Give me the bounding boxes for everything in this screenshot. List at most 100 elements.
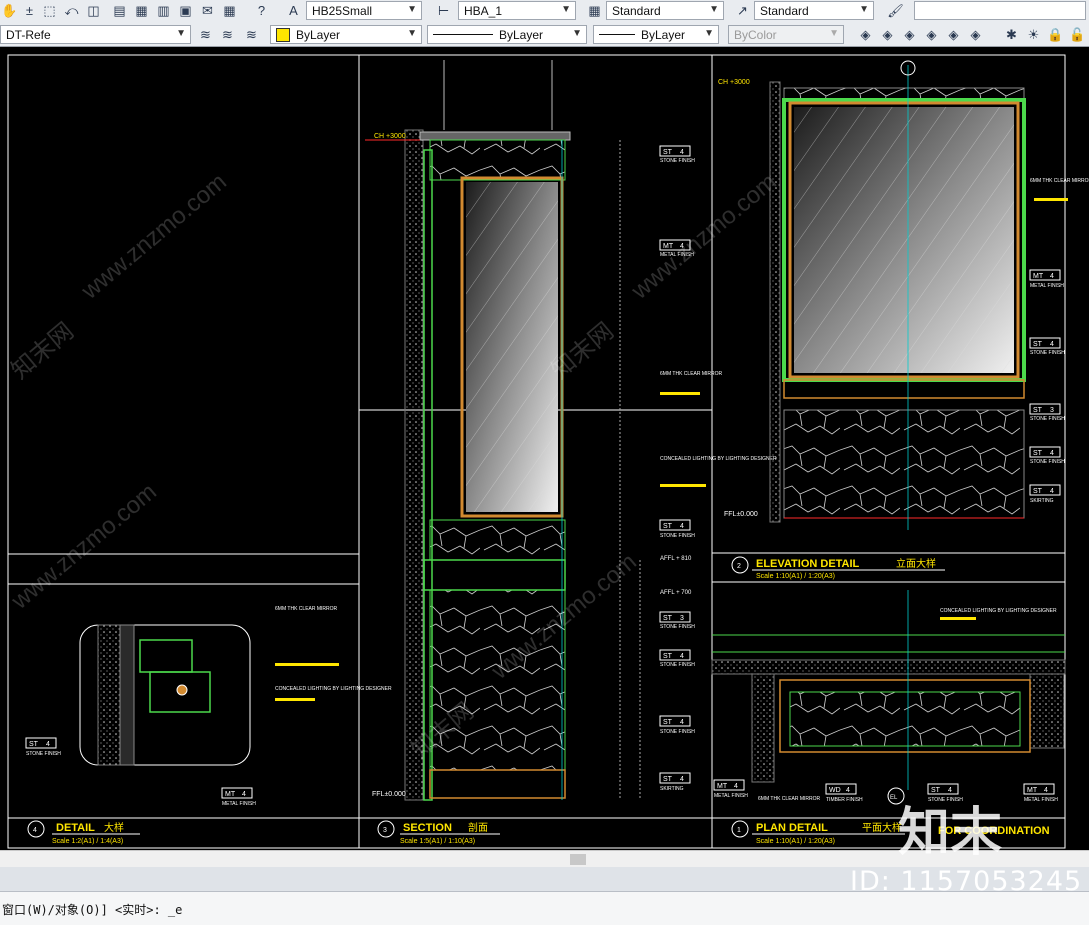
callout-number: 4 — [1050, 273, 1054, 280]
chevron-down-icon: ▼ — [709, 4, 719, 15]
layer-tool-icon[interactable]: ◈ — [878, 25, 897, 44]
callout-text: SKIRTING — [660, 786, 684, 792]
title-text-cn: 立面大样 — [896, 557, 936, 570]
multileader-style-icon[interactable]: ↗ — [733, 1, 752, 20]
callout-text: STONE FINISH — [1030, 416, 1065, 422]
text-style-dropdown[interactable]: HB25Small ▼ — [306, 1, 422, 20]
callout-number: 4 — [680, 523, 684, 530]
backing-board — [119, 624, 135, 766]
text-style-icon[interactable]: A — [284, 1, 303, 20]
unlock-layer-icon[interactable]: 🔓 — [1068, 25, 1087, 44]
dimension-style-dropdown[interactable]: HBA_1 ▼ — [458, 1, 576, 20]
layer-tool-icon[interactable]: ◈ — [966, 25, 985, 44]
freeze-layer-icon[interactable]: ✱ — [1002, 25, 1021, 44]
wall-hatch — [769, 81, 781, 523]
callout-code: ST — [1033, 450, 1043, 457]
callout-number: 4 — [46, 741, 50, 748]
led-strip — [176, 684, 188, 696]
callout-number: 4 — [1050, 450, 1054, 457]
callout-tag: WD 4 TIMBER FINISH — [825, 783, 863, 803]
title-block-section: 3 SECTION 剖面 Scale 1:5(A1) / 1:10(A3) — [377, 820, 500, 845]
title-block-elevation: 2 ELEVATION DETAIL 立面大样 Scale 1:10(A1) /… — [731, 556, 945, 580]
callout-number: 4 — [680, 776, 684, 783]
properties-icon[interactable]: ▤ — [110, 1, 129, 20]
layer-tool-icon[interactable]: ◈ — [944, 25, 963, 44]
layer-dropdown[interactable]: DT-Refe ▼ — [0, 25, 191, 44]
title-block-plan: 1 PLAN DETAIL 平面大样 Scale 1:10(A1) / 1:20… — [731, 820, 1050, 845]
lineweight-value: ByLayer — [641, 27, 686, 42]
lock-layer-icon[interactable]: 🔒 — [1046, 25, 1065, 44]
stone-plan — [789, 691, 1021, 747]
layers-properties-toolbar: DT-Refe ▼ ≋ ≋ ≋ ByLayer ▼ ByLayer ▼ ByLa… — [0, 22, 1089, 47]
callout-tag: ST 4 SKIRTING — [659, 772, 691, 792]
shelf — [423, 559, 566, 591]
callout-text: STONE FINISH — [660, 158, 695, 164]
tool-palettes-icon[interactable]: ▥ — [154, 1, 173, 20]
table-style-icon[interactable]: ▦ — [585, 1, 604, 20]
title-text: ELEVATION DETAIL — [756, 558, 860, 570]
callout-code: ST — [1033, 488, 1043, 495]
title-number: 3 — [383, 827, 387, 834]
zoom-realtime-icon[interactable]: ± — [20, 1, 39, 20]
zoom-previous-icon[interactable]: ⤺ — [62, 1, 81, 20]
design-center-icon[interactable]: ▦ — [132, 1, 151, 20]
callout-number: 4 — [846, 787, 850, 794]
make-current-layer-icon[interactable]: ≋ — [196, 25, 215, 44]
title-text-cn: 平面大样 — [862, 821, 902, 834]
color-dropdown[interactable]: ByLayer ▼ — [270, 25, 422, 44]
ceiling-height-label: CH +3000 — [374, 133, 406, 140]
callout-text: STONE FINISH — [660, 662, 695, 668]
title-text-cn: 大样 — [104, 821, 124, 834]
zoom-window-icon[interactable]: ⬚ — [40, 1, 59, 20]
wall-hatch — [404, 129, 424, 801]
plotstyle-dropdown[interactable]: ByColor ▼ — [728, 25, 844, 44]
callout-text: STONE FINISH — [660, 729, 695, 735]
callout-text: STONE FINISH — [1030, 350, 1065, 356]
layer-tool-icon[interactable]: ◈ — [856, 25, 875, 44]
linetype-preview — [433, 34, 493, 35]
lineweight-dropdown[interactable]: ByLayer ▼ — [593, 25, 719, 44]
lineweight-preview — [599, 34, 635, 35]
layer-previous-icon[interactable]: ≋ — [218, 25, 237, 44]
scrollbar-thumb[interactable] — [570, 854, 586, 865]
help-icon[interactable]: ? — [252, 1, 271, 20]
callout-tag: ST 4 SKIRTING — [1029, 484, 1061, 504]
callout-tag: ST 4 STONE FINISH — [659, 519, 695, 539]
callout-tag: MT 4 METAL FINISH — [1023, 783, 1058, 803]
callout-tag: MT 4 METAL FINISH — [713, 779, 748, 799]
command-text: 窗口(W)/对象(O)] <实时>: _e — [2, 903, 183, 917]
zoom-extents-icon[interactable]: ◫ — [84, 1, 103, 20]
skirting — [429, 769, 566, 799]
search-input[interactable] — [914, 1, 1086, 20]
quickcalc-icon[interactable]: ▦ — [220, 1, 239, 20]
chevron-down-icon: ▼ — [561, 4, 571, 15]
callout-tag: ST 4 STONE FINISH — [25, 737, 61, 757]
title-scale: Scale 1:10(A1) / 1:20(A3) — [756, 838, 835, 845]
callout-number: 3 — [1050, 407, 1054, 414]
linetype-dropdown[interactable]: ByLayer ▼ — [427, 25, 587, 44]
callout-number: 4 — [1050, 488, 1054, 495]
layer-tool-icon[interactable]: ◈ — [922, 25, 941, 44]
callout-code: ST — [663, 615, 673, 622]
layer-states-icon[interactable]: ≋ — [242, 25, 261, 44]
callout-code: ST — [663, 523, 673, 530]
title-text: SECTION — [403, 822, 452, 834]
pan-hand-icon[interactable]: ✋ — [0, 1, 19, 20]
markup-icon[interactable]: ✉ — [198, 1, 217, 20]
callout-code: ST — [29, 741, 39, 748]
multileader-style-dropdown[interactable]: Standard ▼ — [754, 1, 874, 20]
thaw-layer-icon[interactable]: ☀ — [1024, 25, 1043, 44]
layer-tool-icon[interactable]: ◈ — [900, 25, 919, 44]
mirror-note: 6MM THK CLEAR MIRROR — [1030, 178, 1089, 184]
dimension-style-icon[interactable]: ⊢ — [434, 1, 453, 20]
callout-tag: MT 4 METAL FINISH — [1029, 269, 1064, 289]
note-highlight — [275, 698, 315, 701]
sheet-set-icon[interactable]: ▣ — [176, 1, 195, 20]
paintbrush-icon[interactable]: 🖌 — [886, 1, 905, 20]
text-style-value: HB25Small — [312, 3, 373, 18]
drawing-canvas[interactable]: CH +3000 FFL±0.000 AFFL + 810 AFFL + 700… — [0, 47, 1089, 850]
callout-tag: ST 4 STONE FINISH — [659, 649, 695, 668]
wall-hatch — [711, 659, 1066, 675]
table-style-dropdown[interactable]: Standard ▼ — [606, 1, 724, 20]
level-label: AFFL + 700 — [660, 590, 692, 596]
